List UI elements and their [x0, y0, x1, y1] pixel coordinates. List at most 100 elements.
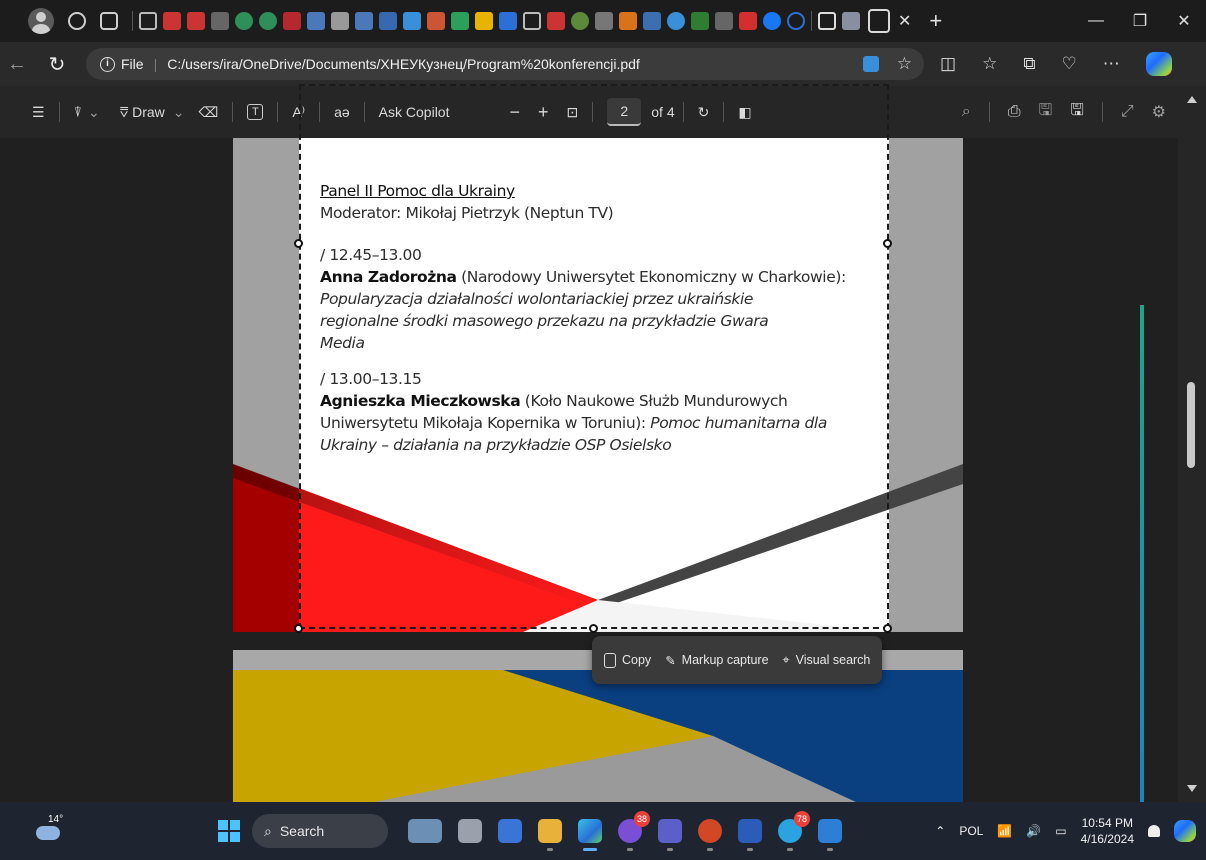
task-view-icon[interactable] [458, 819, 482, 843]
clock[interactable]: 10:54 PM 4/16/2024 [1081, 815, 1134, 847]
info-icon[interactable]: i [100, 56, 115, 72]
tab-icon-site[interactable] [715, 12, 733, 30]
close-window-button[interactable]: ✕ [1162, 11, 1206, 31]
text-box-icon[interactable]: T [247, 104, 264, 120]
scroll-thumb[interactable] [1187, 382, 1195, 468]
selection-handle[interactable] [294, 624, 303, 633]
weather-widget[interactable]: 14° [34, 814, 64, 846]
word-icon[interactable] [738, 819, 762, 851]
split-screen-icon[interactable]: ◫ [940, 54, 956, 74]
powerpoint-icon[interactable] [698, 819, 722, 851]
settings-gear-icon[interactable]: ⚙ [1152, 102, 1166, 122]
close-tab-icon[interactable]: ✕ [898, 11, 911, 31]
store-icon[interactable] [498, 819, 522, 843]
tab-actions-icon[interactable] [100, 12, 118, 30]
tab-icon-site[interactable] [667, 12, 685, 30]
tab-icon-r[interactable] [331, 12, 349, 30]
tab-icon-w[interactable] [283, 12, 301, 30]
fit-page-icon[interactable]: ⊡ [567, 104, 579, 121]
save-as-icon[interactable]: 🖫 [1070, 99, 1084, 126]
volume-icon[interactable]: 🔊 [1026, 824, 1041, 838]
copilot-pre-icon[interactable] [1174, 820, 1196, 842]
copy-button[interactable]: Copy [604, 652, 651, 668]
read-aloud-button[interactable]: A⁾ [292, 104, 305, 121]
tab-icon-site[interactable] [643, 12, 661, 30]
tab-icon-youtube[interactable] [739, 12, 757, 30]
tab-icon-site[interactable] [307, 12, 325, 30]
tab-icon-search[interactable] [787, 12, 805, 30]
selection-handle[interactable] [294, 239, 303, 248]
eraser-icon[interactable]: ⌫ [199, 104, 219, 121]
draw-button[interactable]: ⩢ Draw ⌄ [120, 104, 185, 121]
tab-icon-openai[interactable] [235, 12, 253, 30]
highlight-icon[interactable]: ⍒ ⌄ [74, 104, 100, 121]
contents-icon[interactable]: ☰ [32, 104, 45, 121]
selection-handle[interactable] [883, 239, 892, 248]
tab-icon-c[interactable] [499, 12, 517, 30]
tab-icon-page[interactable] [139, 12, 157, 30]
page-number-input[interactable]: 2 [607, 98, 642, 126]
restore-button[interactable]: ❐ [1118, 11, 1162, 31]
tab-icon-pdf[interactable] [187, 12, 205, 30]
battery-icon[interactable]: ▭ [1055, 824, 1066, 838]
selection-handle[interactable] [589, 624, 598, 633]
translate-button[interactable]: aə [334, 104, 350, 120]
wifi-icon[interactable]: 📶 [997, 824, 1012, 838]
scroll-up-arrow-icon[interactable] [1187, 96, 1197, 103]
telegram-icon[interactable]: 78 [778, 811, 810, 851]
teams-icon[interactable] [658, 819, 682, 851]
favorite-star-icon[interactable]: ☆ [897, 54, 912, 74]
rotate-icon[interactable]: ↻ [698, 104, 710, 121]
print-icon[interactable]: ⎙ [1008, 103, 1021, 121]
tab-icon-site[interactable] [571, 12, 589, 30]
start-button[interactable] [218, 820, 240, 842]
vertical-scrollbar[interactable] [1178, 86, 1206, 802]
tab-icon-site[interactable] [619, 12, 637, 30]
language-indicator[interactable]: POL [959, 824, 983, 838]
zoom-out-button[interactable]: − [509, 102, 520, 123]
tab-icon-site[interactable] [355, 12, 373, 30]
copilot-icon[interactable] [1145, 52, 1172, 76]
tab-icon-doc[interactable] [211, 12, 229, 30]
markup-capture-button[interactable]: ✎ Markup capture [665, 653, 768, 668]
translate-icon[interactable] [862, 56, 879, 72]
search-icon[interactable]: ⌕ [962, 103, 971, 121]
favorites-icon[interactable]: ☆ [982, 54, 997, 74]
tab-icon-sheet[interactable] [691, 12, 709, 30]
save-icon[interactable]: 🖫 [1039, 99, 1053, 126]
tray-overflow-icon[interactable]: ⌃ [935, 824, 945, 838]
tab-icon-facebook[interactable] [763, 12, 781, 30]
file-explorer-icon[interactable] [538, 819, 562, 851]
active-tab[interactable] [868, 9, 890, 33]
ask-copilot-button[interactable]: Ask Copilot [379, 104, 450, 120]
back-button[interactable]: ← [0, 53, 34, 76]
viber-icon[interactable]: 38 [618, 811, 650, 851]
tab-icon-openai[interactable] [259, 12, 277, 30]
photos-icon[interactable] [818, 819, 842, 851]
tab-icon-pdf[interactable] [163, 12, 181, 30]
notification-bell-icon[interactable] [1148, 825, 1160, 837]
taskbar-search[interactable]: ⌕ Search [252, 814, 388, 848]
edge-browser-icon[interactable] [578, 819, 602, 851]
minimize-button[interactable]: — [1074, 12, 1118, 30]
tab-icon-onedrive[interactable] [403, 12, 421, 30]
tab-icon-pdf[interactable] [547, 12, 565, 30]
site-info-label[interactable]: File [121, 56, 144, 72]
more-menu-icon[interactable]: ⋯ [1103, 54, 1120, 74]
tab-icon-site[interactable] [379, 12, 397, 30]
zoom-in-button[interactable]: + [538, 102, 549, 123]
url-text[interactable]: C:/users/ira/OneDrive/Documents/ХНЕУКузн… [167, 56, 640, 72]
tab-icon-site[interactable] [475, 12, 493, 30]
tab-icon-site[interactable] [842, 12, 860, 30]
selection-handle[interactable] [883, 624, 892, 633]
collections-icon[interactable]: ⧉ [1023, 54, 1035, 74]
url-field[interactable]: i File | C:/users/ira/OneDrive/Documents… [86, 48, 924, 80]
tab-icon-w[interactable] [595, 12, 613, 30]
scroll-down-arrow-icon[interactable] [1187, 785, 1197, 792]
tab-icon-page[interactable] [818, 12, 836, 30]
workspaces-icon[interactable] [68, 12, 86, 30]
refresh-button[interactable]: ↻ [40, 52, 74, 77]
visual-search-button[interactable]: ⌖ Visual search [783, 653, 871, 668]
page-view-icon[interactable]: ◧ [738, 104, 751, 121]
tab-icon-page[interactable] [523, 12, 541, 30]
